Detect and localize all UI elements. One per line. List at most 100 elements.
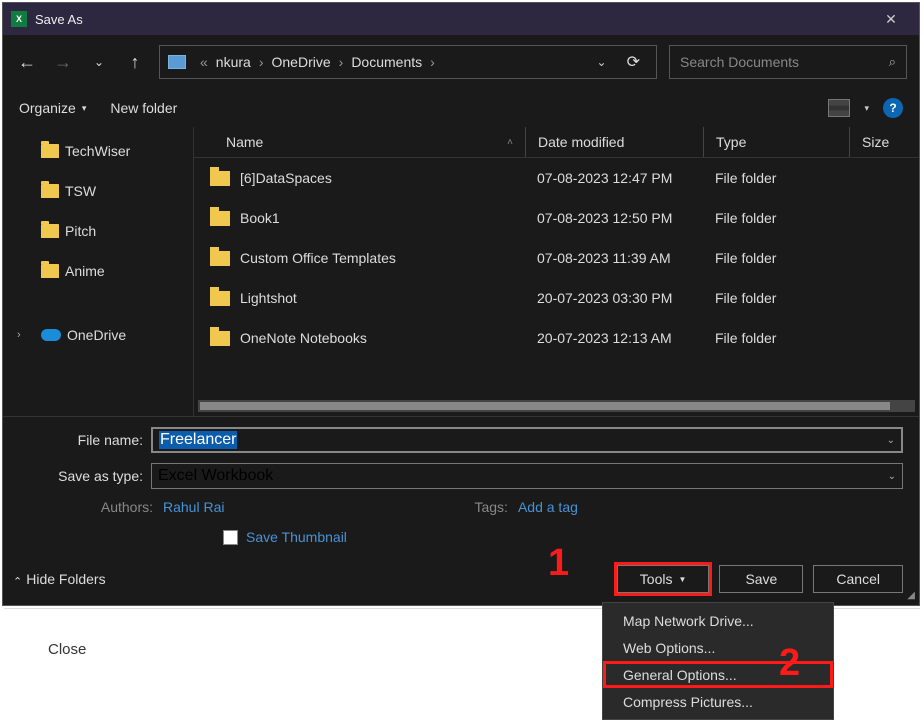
disk-icon <box>168 55 186 69</box>
save-button[interactable]: Save <box>719 565 803 593</box>
filename-value: Freelancer <box>159 431 237 449</box>
folder-icon <box>41 264 59 278</box>
col-header-date[interactable]: Date modified <box>525 127 703 157</box>
savetype-label: Save as type: <box>19 468 143 484</box>
file-type: File folder <box>703 210 849 226</box>
expand-icon[interactable]: › <box>17 329 21 341</box>
save-thumbnail-checkbox[interactable] <box>223 530 238 545</box>
sidebar-item-label: OneDrive <box>67 327 126 343</box>
file-row[interactable]: Custom Office Templates 07-08-2023 11:39… <box>194 238 919 278</box>
filename-label: File name: <box>19 432 143 448</box>
hide-folders-button[interactable]: Hide Folders <box>13 571 106 587</box>
toolbar: Organize New folder ▾ ? <box>3 89 919 127</box>
menu-compress-pictures[interactable]: Compress Pictures... <box>603 688 833 715</box>
dropdown-icon[interactable]: ⌄ <box>887 435 895 446</box>
folder-icon <box>210 331 230 346</box>
sidebar-item-tsw[interactable]: TSW <box>3 171 193 211</box>
close-icon[interactable]: ✕ <box>871 11 911 28</box>
titlebar: X Save As ✕ <box>3 3 919 35</box>
onedrive-icon <box>41 329 61 341</box>
window-title: Save As <box>35 12 871 27</box>
folder-icon <box>41 184 59 198</box>
save-thumbnail-label: Save Thumbnail <box>246 529 347 545</box>
crumb-0[interactable]: nkura <box>216 54 251 70</box>
breadcrumb[interactable]: « nkura › OneDrive › Documents › ⌄ ⟳ <box>159 45 657 79</box>
scrollbar-thumb[interactable] <box>200 402 890 410</box>
chevron-right-icon[interactable]: › <box>335 54 348 70</box>
up-icon[interactable]: ↑ <box>123 52 147 73</box>
menu-web-options[interactable]: Web Options... <box>603 634 833 661</box>
file-name: Custom Office Templates <box>240 250 396 266</box>
file-list: Name ˄ Date modified Type Size [6]DataSp… <box>193 127 919 416</box>
file-type: File folder <box>703 170 849 186</box>
file-row[interactable]: Book1 07-08-2023 12:50 PM File folder <box>194 198 919 238</box>
folder-icon <box>210 171 230 186</box>
filename-input[interactable]: Freelancer ⌄ <box>151 427 903 453</box>
sort-indicator-icon: ˄ <box>507 137 513 148</box>
col-header-type[interactable]: Type <box>703 127 849 157</box>
file-name: [6]DataSpaces <box>240 170 332 186</box>
crumb-1[interactable]: OneDrive <box>272 54 331 70</box>
file-date: 20-07-2023 03:30 PM <box>525 290 703 306</box>
tools-button[interactable]: Tools <box>617 565 710 593</box>
forward-icon[interactable]: → <box>51 52 75 73</box>
crumb-2[interactable]: Documents <box>351 54 422 70</box>
search-field[interactable] <box>680 54 889 70</box>
file-type: File folder <box>703 290 849 306</box>
file-row[interactable]: OneNote Notebooks 20-07-2023 12:13 AM Fi… <box>194 318 919 358</box>
cancel-button[interactable]: Cancel <box>813 565 903 593</box>
view-mode-icon[interactable] <box>828 99 850 117</box>
file-list-header: Name ˄ Date modified Type Size <box>194 127 919 158</box>
savetype-select[interactable]: Excel Workbook ⌄ <box>151 463 903 489</box>
view-dropdown-icon[interactable]: ▾ <box>864 103 869 114</box>
file-date: 20-07-2023 12:13 AM <box>525 330 703 346</box>
refresh-icon[interactable]: ⟳ <box>619 52 648 72</box>
search-icon[interactable]: ⌕ <box>889 54 896 70</box>
new-folder-button[interactable]: New folder <box>110 100 177 116</box>
file-name: OneNote Notebooks <box>240 330 367 346</box>
sidebar-item-label: Anime <box>65 263 105 279</box>
search-input[interactable]: ⌕ <box>669 45 907 79</box>
sidebar-item-label: Pitch <box>65 223 96 239</box>
resize-grip-icon[interactable]: ◢ <box>907 590 915 601</box>
tags-value[interactable]: Add a tag <box>518 499 578 515</box>
folder-icon <box>210 291 230 306</box>
excel-icon: X <box>11 11 27 27</box>
sidebar-item-onedrive[interactable]: › OneDrive <box>3 315 193 355</box>
sidebar-item-pitch[interactable]: Pitch <box>3 211 193 251</box>
file-row[interactable]: Lightshot 20-07-2023 03:30 PM File folde… <box>194 278 919 318</box>
file-name: Book1 <box>240 210 280 226</box>
breadcrumb-dropdown-icon[interactable]: ⌄ <box>589 55 615 69</box>
sidebar-item-label: TechWiser <box>65 143 130 159</box>
sidebar-item-techwiser[interactable]: TechWiser <box>3 131 193 171</box>
back-icon[interactable]: ← <box>15 52 39 73</box>
form-area: File name: Freelancer ⌄ Save as type: Ex… <box>3 416 919 553</box>
body-area: TechWiser TSW Pitch Anime › OneDrive <box>3 127 919 416</box>
folder-icon <box>210 251 230 266</box>
bg-close-label[interactable]: Close <box>48 641 86 658</box>
breadcrumb-prefix: « <box>196 54 212 70</box>
authors-value[interactable]: Rahul Rai <box>163 499 224 515</box>
folder-icon <box>41 144 59 158</box>
folder-icon <box>210 211 230 226</box>
organize-button[interactable]: Organize <box>19 100 86 116</box>
help-icon[interactable]: ? <box>883 98 903 118</box>
file-date: 07-08-2023 12:50 PM <box>525 210 703 226</box>
folder-icon <box>41 224 59 238</box>
file-list-body: [6]DataSpaces 07-08-2023 12:47 PM File f… <box>194 158 919 398</box>
menu-map-network-drive[interactable]: Map Network Drive... <box>603 607 833 634</box>
dropdown-icon[interactable]: ⌄ <box>888 471 896 482</box>
savetype-value: Excel Workbook <box>158 467 273 485</box>
file-date: 07-08-2023 12:47 PM <box>525 170 703 186</box>
chevron-right-icon[interactable]: › <box>426 54 439 70</box>
sidebar-item-anime[interactable]: Anime <box>3 251 193 291</box>
col-header-size[interactable]: Size <box>849 127 919 157</box>
recent-dropdown-icon[interactable]: ⌄ <box>87 55 111 69</box>
menu-general-options[interactable]: General Options... <box>603 661 833 688</box>
horizontal-scrollbar[interactable] <box>198 400 915 412</box>
chevron-right-icon[interactable]: › <box>255 54 268 70</box>
file-row[interactable]: [6]DataSpaces 07-08-2023 12:47 PM File f… <box>194 158 919 198</box>
tools-dropdown: Map Network Drive... Web Options... Gene… <box>602 602 834 720</box>
sidebar: TechWiser TSW Pitch Anime › OneDrive <box>3 127 193 416</box>
col-header-name[interactable]: Name ˄ <box>194 127 525 157</box>
